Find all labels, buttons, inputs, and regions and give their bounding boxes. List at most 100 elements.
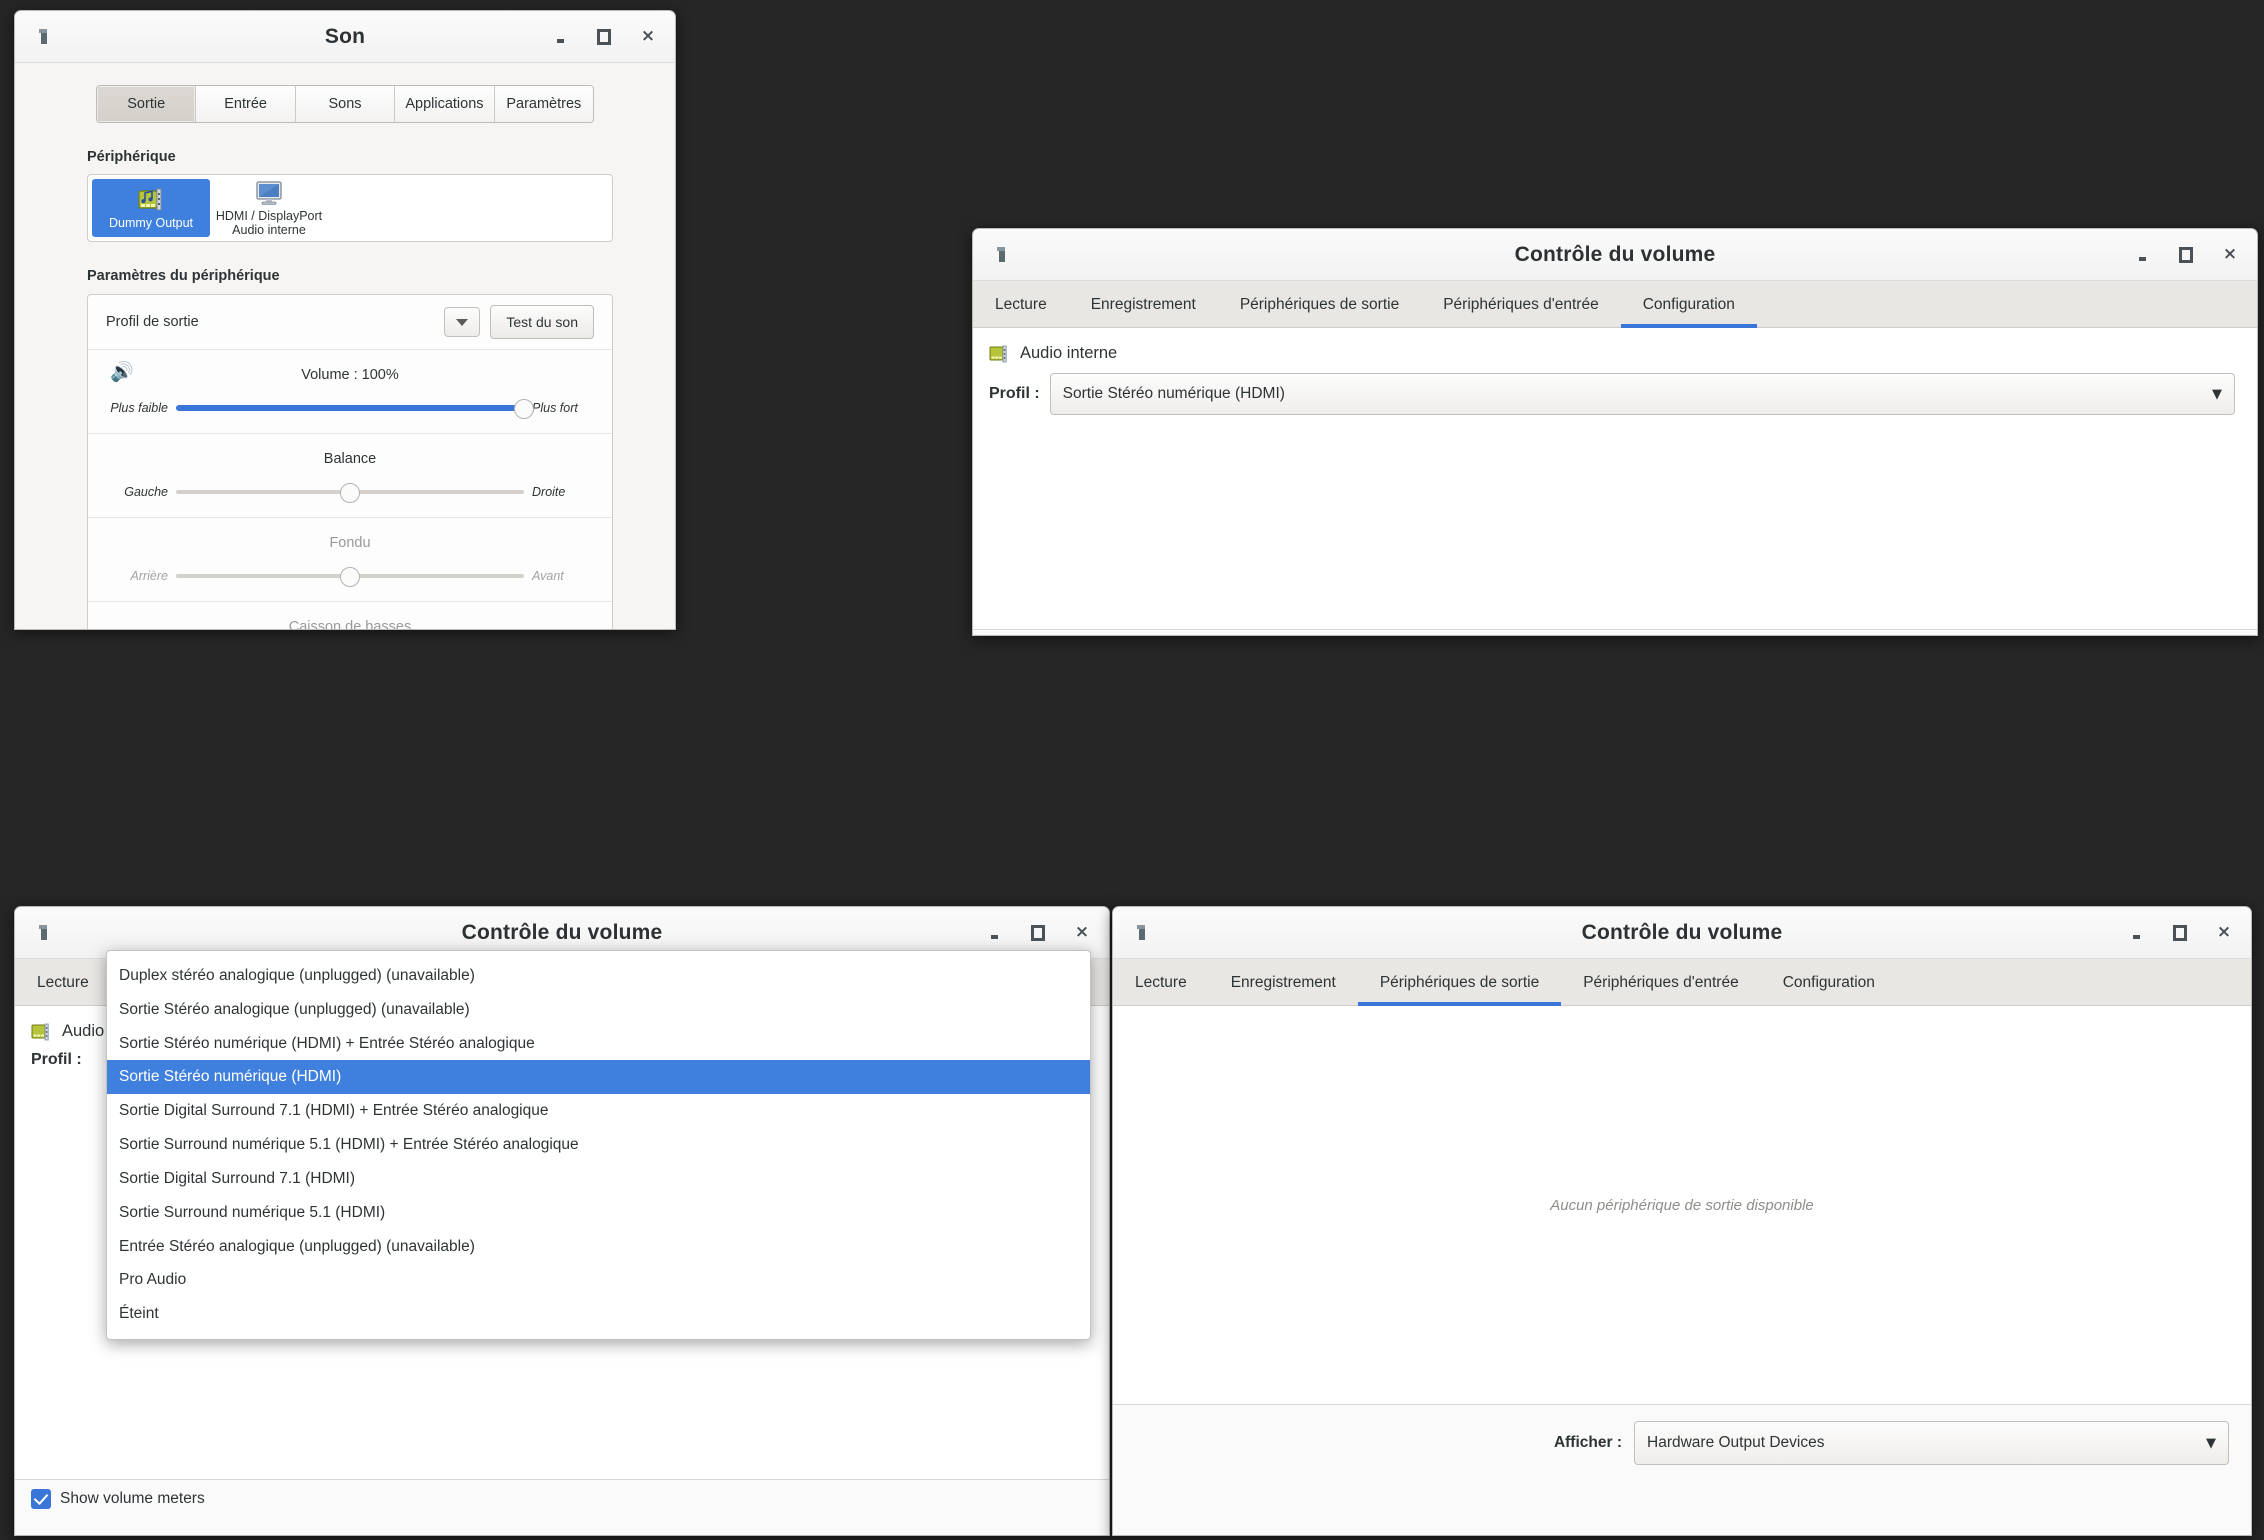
tab-lecture[interactable]: Lecture: [15, 959, 111, 1005]
close-icon[interactable]: ×: [641, 28, 655, 45]
tab-parametres[interactable]: Paramètres: [494, 86, 593, 122]
popup-item[interactable]: Pro Audio: [107, 1263, 1090, 1297]
son-window: Son × Sortie Entrée Sons Applications Pa…: [14, 10, 676, 630]
balance-slider[interactable]: [176, 483, 524, 503]
profile-row: Profil de sortie Test du son: [88, 295, 612, 350]
tab-lecture[interactable]: Lecture: [973, 281, 1069, 327]
config-profile-select[interactable]: Sortie Stéréo numérique (HDMI) ▼: [1049, 373, 2235, 415]
show-filter-value: Hardware Output Devices: [1647, 1434, 1825, 1451]
minimize-button[interactable]: [2135, 247, 2149, 263]
volume-title: Volume : 100%: [301, 367, 399, 383]
maximize-button[interactable]: [597, 29, 611, 45]
sound-card-icon: [136, 186, 166, 214]
tab-sons[interactable]: Sons: [295, 86, 396, 122]
left-footer: Show volume meters: [15, 1479, 1109, 1518]
show-volume-meters-label: Show volume meters: [60, 1490, 205, 1507]
chevron-down-icon: ▼: [2212, 386, 2222, 402]
right-tabbar: Lecture Enregistrement Périphériques de …: [1113, 959, 2251, 1006]
test-sound-button[interactable]: Test du son: [490, 305, 594, 339]
popup-item[interactable]: Sortie Digital Surround 7.1 (HDMI): [107, 1162, 1090, 1196]
popup-item[interactable]: Éteint: [107, 1297, 1090, 1331]
show-filter-select[interactable]: Hardware Output Devices ▼: [1634, 1421, 2229, 1465]
device-hdmi-displayport[interactable]: HDMI / DisplayPort Audio interne: [210, 179, 328, 237]
config-titlebar[interactable]: Contrôle du volume ×: [973, 229, 2257, 281]
chevron-down-icon: [456, 318, 469, 326]
maximize-button[interactable]: [2173, 925, 2187, 941]
popup-item[interactable]: Sortie Stéréo numérique (HDMI) + Entrée …: [107, 1027, 1090, 1061]
volume-min-label: Plus faible: [110, 401, 168, 415]
close-icon[interactable]: ×: [2217, 924, 2231, 941]
right-titlebar[interactable]: Contrôle du volume ×: [1113, 907, 2251, 959]
left-window-controls: ×: [987, 924, 1089, 941]
config-footer: Show volume meters: [973, 629, 2257, 635]
desktop: Son × Sortie Entrée Sons Applications Pa…: [0, 0, 2264, 1540]
popup-item[interactable]: Sortie Surround numérique 5.1 (HDMI) + E…: [107, 1128, 1090, 1162]
chevron-down-icon: ▼: [2206, 1435, 2216, 1451]
popup-item-selected[interactable]: Sortie Stéréo numérique (HDMI): [107, 1060, 1090, 1095]
config-profile-label: Profil :: [989, 385, 1040, 402]
config-tabbar: Lecture Enregistrement Périphériques de …: [973, 281, 2257, 328]
sound-card-icon: [989, 345, 1011, 363]
fade-slider[interactable]: [176, 567, 524, 587]
popup-item[interactable]: Sortie Surround numérique 5.1 (HDMI): [107, 1196, 1090, 1230]
device-params-card: Profil de sortie Test du son 🔊 Volume : …: [87, 294, 613, 629]
son-window-controls: ×: [553, 28, 655, 45]
volume-slider[interactable]: [176, 399, 534, 419]
balance-title: Balance: [323, 451, 377, 467]
fade-slider-row: Fondu Arrière Avant: [88, 518, 612, 602]
fade-right-label: Avant: [532, 569, 564, 583]
device-section-label: Périphérique: [87, 149, 176, 165]
config-profile-value: Sortie Stéréo numérique (HDMI): [1062, 385, 1285, 402]
volume-slider-fill: [176, 405, 524, 411]
device-list: Dummy Output HDMI / DisplayPort Audio int…: [87, 174, 613, 242]
popup-item[interactable]: Entrée Stéréo analogique (unplugged) (un…: [107, 1230, 1090, 1264]
tab-peripheriques-entree[interactable]: Périphériques d'entrée: [1421, 281, 1620, 327]
show-volume-meters-checkbox[interactable]: [31, 1489, 51, 1509]
left-window-title: Contrôle du volume: [461, 920, 663, 944]
tab-sortie[interactable]: Sortie: [97, 86, 197, 122]
volume-max-label: Plus fort: [532, 401, 578, 415]
maximize-button[interactable]: [2179, 247, 2193, 263]
minimize-button[interactable]: [2129, 925, 2143, 941]
popup-item[interactable]: Sortie Stéréo analogique (unplugged) (un…: [107, 993, 1090, 1027]
show-filter-row: Afficher : Hardware Output Devices ▼: [1113, 1421, 2251, 1465]
maximize-button[interactable]: [1031, 925, 1045, 941]
volume-control-right-window: Contrôle du volume × Lecture Enregistrem…: [1112, 906, 2252, 1536]
tab-configuration[interactable]: Configuration: [1620, 281, 1758, 328]
config-window-title: Contrôle du volume: [1514, 242, 1716, 266]
fade-left-label: Arrière: [130, 569, 168, 583]
son-titlebar[interactable]: Son ×: [15, 11, 675, 63]
right-body: Aucun périphérique de sortie disponible: [1113, 1006, 2251, 1404]
app-icon: [39, 28, 49, 45]
empty-state-message: Aucun périphérique de sortie disponible: [1550, 1196, 1814, 1214]
close-icon[interactable]: ×: [2223, 246, 2237, 263]
profile-dropdown-popup[interactable]: Duplex stéréo analogique (unplugged) (un…: [106, 950, 1091, 1340]
tab-peripheriques-sortie[interactable]: Périphériques de sortie: [1357, 959, 1562, 1006]
config-profile-row: Profil : Sortie Stéréo numérique (HDMI) …: [973, 363, 2257, 415]
monitor-icon: [254, 179, 284, 207]
device-label: Dummy Output: [108, 215, 194, 230]
device-label: HDMI / DisplayPort Audio interne: [215, 208, 323, 237]
tab-peripheriques-entree[interactable]: Périphériques d'entrée: [1561, 959, 1760, 1005]
tab-enregistrement[interactable]: Enregistrement: [1069, 281, 1218, 327]
config-device-row: Audio interne: [973, 328, 2257, 363]
profile-dropdown-button[interactable]: [444, 307, 481, 337]
tab-applications[interactable]: Applications: [395, 86, 495, 122]
fade-slider-knob[interactable]: [340, 567, 360, 587]
tab-entree[interactable]: Entrée: [196, 86, 296, 122]
device-dummy-output[interactable]: Dummy Output: [92, 179, 210, 237]
tab-lecture[interactable]: Lecture: [1113, 959, 1209, 1005]
subwoofer-slider-row: Caisson de basses Doux Fort: [88, 602, 612, 629]
balance-slider-knob[interactable]: [340, 483, 360, 503]
minimize-button[interactable]: [987, 925, 1001, 941]
params-section-label: Paramètres du périphérique: [87, 268, 280, 284]
tab-configuration[interactable]: Configuration: [1761, 959, 1897, 1005]
speaker-icon: 🔊: [110, 361, 134, 383]
close-icon[interactable]: ×: [1075, 924, 1089, 941]
tab-enregistrement[interactable]: Enregistrement: [1209, 959, 1358, 1005]
volume-slider-knob[interactable]: [514, 399, 534, 419]
tab-peripheriques-sortie[interactable]: Périphériques de sortie: [1218, 281, 1421, 327]
popup-item[interactable]: Sortie Digital Surround 7.1 (HDMI) + Ent…: [107, 1094, 1090, 1128]
minimize-button[interactable]: [553, 29, 567, 45]
popup-item[interactable]: Duplex stéréo analogique (unplugged) (un…: [107, 959, 1090, 993]
